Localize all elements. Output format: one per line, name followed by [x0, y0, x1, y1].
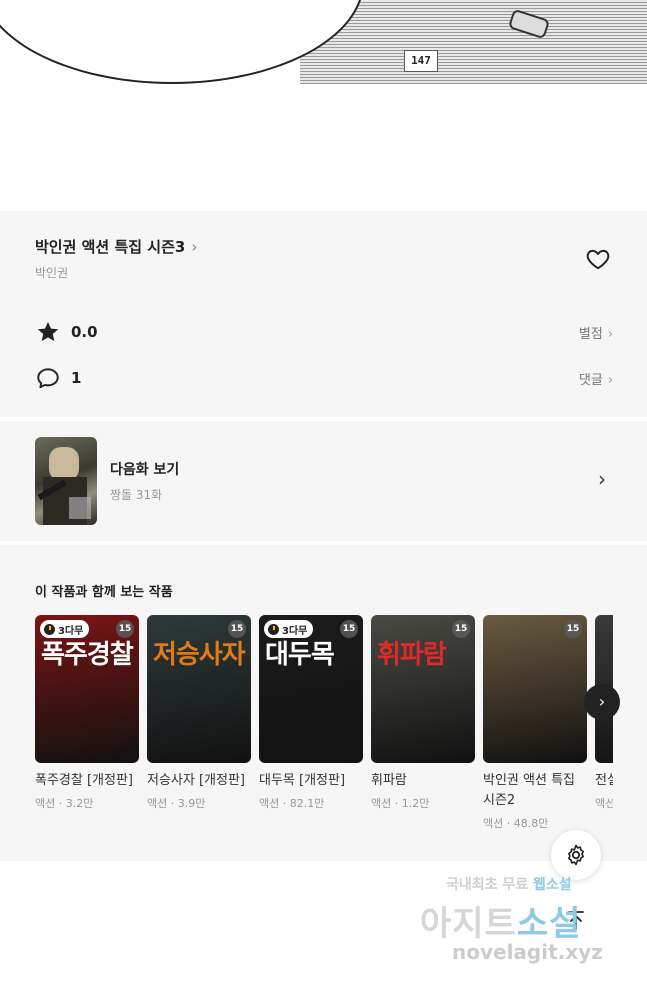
age-rating-badge: 15 [340, 620, 358, 638]
series-author: 박인권 [35, 266, 69, 280]
next-episode-thumbnail [35, 437, 97, 525]
scroll-to-top-button[interactable] [551, 895, 601, 945]
arrow-up-icon [568, 911, 584, 930]
series-info-panel: 박인권 액션 특집 시즌3 › 박인권 0.0 별점 › 1 댓글 › [0, 211, 647, 417]
series-title: 박인권 액션 특집 시즌3 [35, 238, 186, 256]
manga-page-number: 147 [404, 50, 438, 72]
thumbnail-art [37, 447, 91, 525]
rating-link[interactable]: 별점 › [579, 323, 613, 342]
rating-row: 0.0 별점 › [35, 319, 613, 345]
recommendations-carousel[interactable]: 3다무 15 폭주경찰폭주경찰 [개정판] 액션 · 3.2만 15 저승사자저승사자 [… [35, 615, 613, 855]
recommendation-cover: 15 휘파람 [371, 615, 475, 763]
settings-icon [568, 844, 584, 866]
settings-button[interactable] [551, 830, 601, 880]
recommendation-card[interactable]: 15 박인권 액션 특집 시즌2 액션 · 48.8만 [483, 615, 587, 831]
recommendations-panel: 이 작품과 함께 보는 작품 3다무 15 폭주경찰폭주경찰 [개정판] 액션 · 3… [0, 545, 647, 861]
recommendation-meta: 액션 [595, 797, 613, 810]
carousel-next-button[interactable]: › [584, 684, 620, 720]
recommendation-meta: 액션 · 82.1만 [259, 797, 325, 810]
recommendation-meta: 액션 · 48.8만 [483, 817, 549, 830]
star-icon [37, 322, 59, 342]
comment-icon [37, 368, 59, 389]
free-badge: 3다무 [40, 620, 90, 638]
recommendation-cover: 3다무 15 대두목 [259, 615, 363, 763]
age-rating-badge: 15 [228, 620, 246, 638]
recommendation-card[interactable]: 3다무 15 대두목대두목 [개정판] 액션 · 82.1만 [259, 615, 363, 811]
manga-page-fragment: 147 [0, 0, 647, 84]
recommendation-card[interactable]: 15 휘파람 휘파람 액션 · 1.2만 [371, 615, 475, 811]
comment-row: 1 댓글 › [35, 365, 613, 391]
next-episode-panel[interactable]: 다음화 보기 짱돌 31화 › [0, 421, 647, 541]
comment-link-label: 댓글 [578, 372, 603, 388]
recommendation-meta: 액션 · 3.9만 [147, 797, 206, 810]
chevron-right-icon: › [598, 467, 606, 491]
recommendation-meta: 액션 · 1.2만 [371, 797, 430, 810]
recommendation-title: 폭주경찰 [개정판] [35, 773, 133, 788]
cover-title-art: 대두목 [265, 640, 335, 670]
free-badge-label: 3다무 [58, 625, 84, 637]
next-episode-subtitle: 짱돌 31화 [110, 488, 163, 502]
recommendation-card[interactable]: 15 저승사자저승사자 [개정판] 액션 · 3.9만 [147, 615, 251, 811]
chevron-right-icon: › [607, 326, 613, 342]
clock-icon [44, 623, 55, 635]
comment-count: 1 [71, 369, 82, 387]
recommendation-title: 박인권 액션 특집 시즌2 [483, 773, 575, 808]
cover-title-art: 저승사자 [153, 640, 246, 670]
recommendation-title: 대두목 [개정판] [259, 773, 346, 788]
recommendation-meta: 액션 · 3.2만 [35, 797, 94, 810]
heart-icon[interactable] [585, 246, 611, 272]
next-episode-label: 다음화 보기 [110, 462, 180, 478]
age-rating-badge: 15 [116, 620, 134, 638]
recommendations-heading: 이 작품과 함께 보는 작품 [35, 585, 173, 600]
recommendation-title: 전설 [개 [595, 773, 613, 788]
watermark-line1-a: 국내최초 무료 [446, 877, 529, 893]
recommendation-cover: 3다무 15 폭주경찰 [35, 615, 139, 763]
series-title-link[interactable]: 박인권 액션 특집 시즌3 › [35, 236, 197, 257]
recommendation-cover: 15 저승사자 [147, 615, 251, 763]
rating-value: 0.0 [71, 323, 98, 341]
chevron-right-icon: › [607, 372, 613, 388]
recommendation-title: 저승사자 [개정판] [147, 773, 245, 788]
free-badge-label: 3다무 [282, 625, 308, 637]
comment-link[interactable]: 댓글 › [579, 369, 613, 388]
watermark-line1-b: 웹소설 [533, 877, 572, 893]
age-rating-badge: 15 [564, 620, 582, 638]
chevron-right-icon: › [191, 237, 198, 256]
watermark: 국내최초 무료 웹소설 아지트소설 novelagit.xyz [410, 868, 635, 978]
watermark-line2-a: 아지트 [420, 904, 517, 944]
cover-title-art: 폭주경찰 [41, 640, 134, 670]
free-badge: 3다무 [264, 620, 314, 638]
recommendation-title: 휘파람 [371, 773, 407, 788]
rating-link-label: 별점 [578, 326, 603, 342]
recommendation-cover: 15 [483, 615, 587, 763]
clock-icon [268, 623, 279, 635]
age-rating-badge: 15 [452, 620, 470, 638]
recommendation-card[interactable]: 3다무 15 폭주경찰폭주경찰 [개정판] 액션 · 3.2만 [35, 615, 139, 811]
cover-title-art: 휘파람 [377, 640, 447, 670]
watermark-line1: 국내최초 무료 웹소설 [446, 874, 572, 894]
